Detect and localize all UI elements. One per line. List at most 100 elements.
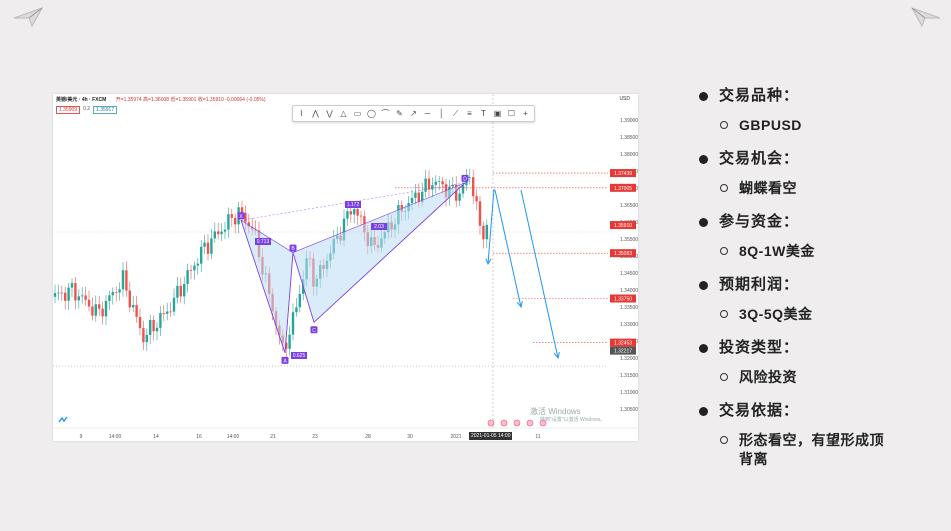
x-tick-label: 21	[270, 434, 276, 440]
y-tick-label: 1.38500	[620, 135, 638, 141]
candle-body	[441, 181, 444, 185]
x-tick-label: 30	[407, 434, 413, 440]
y-tick-label: 1.35500	[620, 237, 638, 243]
pattern-icon[interactable]: ⌇	[296, 108, 307, 119]
horizontal-line-icon[interactable]: ─	[422, 108, 433, 119]
candle-body	[152, 319, 155, 332]
candle-body	[172, 297, 176, 312]
abcd-icon[interactable]: ⋁	[324, 108, 335, 119]
candle-body	[142, 328, 145, 343]
candle-body	[91, 306, 94, 316]
trade-info-list: 交易品种： GBPUSD 交易机会： 蝴蝶看空 参与资金： 8Q-1W美金 预期…	[699, 84, 939, 481]
candle-body	[189, 270, 193, 271]
candle-body	[458, 193, 461, 201]
image-icon[interactable]: ▣	[492, 108, 503, 119]
pattern-triangle-bcd	[292, 182, 466, 323]
candle-body	[220, 231, 223, 235]
candle-body	[291, 312, 295, 335]
currency-label: USD	[619, 96, 630, 102]
info-sub: GBPUSD	[719, 116, 939, 135]
xabcd-icon[interactable]: ⋀	[310, 108, 321, 119]
y-tick-label: 1.31500	[620, 373, 638, 379]
x-tick-label: 2021	[450, 434, 461, 440]
info-item-symbol: 交易品种： GBPUSD	[699, 84, 939, 135]
price-chart[interactable]: 1.390001.385001.380001.375001.370001.365…	[53, 94, 638, 441]
info-sub: 形态看空，有望形成顶背离	[719, 431, 939, 469]
info-value: 风险投资	[739, 369, 797, 385]
brush-icon[interactable]: ✎	[394, 108, 405, 119]
info-title: 投资类型：	[719, 339, 800, 356]
triangle-icon[interactable]: △	[338, 108, 349, 119]
ratio-label-ac: 0.625	[293, 353, 306, 359]
candle-body	[359, 215, 363, 217]
candle-body	[472, 177, 475, 197]
candle-body	[108, 295, 111, 301]
bullet-icon	[699, 344, 708, 353]
bullet-icon	[699, 155, 708, 164]
y-tick-label: 1.38000	[620, 152, 638, 158]
trend-icon[interactable]: ⟋	[450, 108, 461, 119]
x-tick-label: 16	[196, 434, 202, 440]
candle-body	[81, 295, 84, 297]
candle-body	[203, 242, 206, 247]
candle-body	[149, 319, 152, 335]
ratio-label-bd: 2.03	[374, 224, 384, 230]
candle-body	[468, 177, 471, 178]
candle-body	[145, 334, 148, 343]
cross-icon[interactable]: +	[520, 108, 531, 119]
candle-body	[87, 299, 91, 307]
tradingview-logo-icon[interactable]	[58, 416, 68, 424]
candle-body	[349, 211, 352, 215]
ratio-label-xd: 1.172	[347, 202, 360, 208]
price-tag-label: 1.35083	[614, 251, 632, 257]
info-title: 交易依据：	[719, 402, 800, 419]
drawing-toolbar: ⌇ ⋀ ⋁ △ ▭ ◯ ⌒ ✎ ↗ ─ │ ⟋ ≡ T ▣ ☐ +	[292, 105, 535, 122]
info-value: 蝴蝶看空	[739, 180, 797, 196]
event-marker	[500, 419, 508, 427]
candle-body	[482, 225, 485, 240]
candle-body	[410, 197, 414, 204]
crosshair-date-label: 2021-01-05 14:00	[469, 432, 513, 440]
chart-panel[interactable]: 1.390001.385001.380001.375001.370001.365…	[53, 94, 638, 441]
candle-body	[295, 307, 298, 313]
candle-body	[169, 311, 172, 313]
note-icon[interactable]: ☐	[506, 108, 517, 119]
info-sub: 风险投资	[719, 368, 939, 387]
vertical-line-icon[interactable]: │	[436, 108, 447, 119]
candle-body	[67, 287, 70, 301]
circle-bullet-icon	[720, 310, 728, 318]
candle-body	[121, 270, 125, 290]
candle-body	[438, 181, 441, 183]
fib-icon[interactable]: ≡	[464, 108, 475, 119]
circle-bullet-icon	[720, 436, 728, 444]
candle-body	[240, 207, 244, 213]
info-item-opportunity: 交易机会： 蝴蝶看空	[699, 147, 939, 198]
candle-body	[118, 289, 121, 293]
path-icon[interactable]: ⌒	[380, 108, 391, 119]
candle-body	[210, 238, 213, 254]
ellipse-icon[interactable]: ◯	[366, 108, 377, 119]
arrow-icon[interactable]: ↗	[408, 108, 419, 119]
indicator-mid: 0.2	[83, 106, 91, 112]
info-title: 交易品种：	[719, 87, 800, 104]
candle-body	[414, 192, 417, 198]
candle-body	[183, 284, 186, 297]
rectangle-icon[interactable]: ▭	[352, 108, 363, 119]
candle-body	[434, 181, 437, 185]
candle-body	[417, 192, 420, 203]
bullet-icon	[699, 281, 708, 290]
y-tick-label: 1.33500	[620, 305, 638, 311]
price-tag-label: 1.33750	[614, 297, 632, 303]
ohlc-values: 开=1.35974 高=1.36008 低=1.35901 收=1.35910 …	[115, 97, 266, 103]
indicator-value-2: 1.35917	[93, 106, 118, 114]
candle-body	[166, 311, 169, 314]
candle-body	[159, 312, 162, 328]
candle-body	[230, 214, 233, 218]
candle-body	[162, 312, 165, 314]
candle-body	[227, 214, 230, 230]
pattern-label-d: D	[463, 176, 467, 182]
indicator-value-1: 1.35909	[56, 106, 81, 114]
candle-body	[217, 231, 220, 235]
text-icon[interactable]: T	[478, 108, 489, 119]
info-sub: 蝴蝶看空	[719, 179, 939, 198]
